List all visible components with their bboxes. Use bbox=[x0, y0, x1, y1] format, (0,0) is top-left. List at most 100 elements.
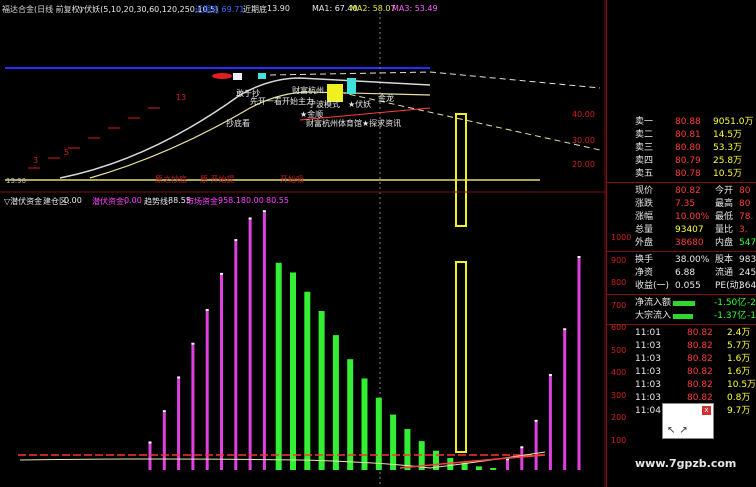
hidden-fund-value: 0.00 bbox=[124, 196, 142, 205]
tick-row: 11:03 80.82 5.7万 bbox=[607, 340, 756, 352]
stat-label-2: 今开 bbox=[715, 186, 734, 196]
stat-value: 93407 bbox=[675, 225, 704, 235]
histogram-bar bbox=[506, 460, 509, 470]
market-fund-value: 958.18 bbox=[218, 196, 246, 205]
histogram-bar bbox=[404, 429, 411, 470]
tick-row: 11:03 80.82 10.5万 bbox=[607, 379, 756, 391]
histogram-bar bbox=[534, 421, 538, 470]
stat2-row: 收益(一) 0.055 PE(动) 364 bbox=[607, 280, 756, 292]
tick-price: 80.82 bbox=[687, 354, 713, 364]
recent-low-label: 近期底 bbox=[243, 5, 267, 14]
histogram-panel bbox=[148, 210, 581, 470]
stat2-label: 收益(一) bbox=[635, 281, 670, 291]
sell-volume: 14.5万 bbox=[713, 130, 743, 140]
flow-value: -1.50亿 bbox=[714, 298, 747, 308]
sell-label: 卖三 bbox=[635, 143, 654, 153]
drawing-toolbox[interactable]: x ↖↗ bbox=[662, 403, 714, 439]
bar-cap bbox=[220, 272, 223, 275]
yellow-box-lower bbox=[455, 261, 467, 453]
histogram-bar bbox=[248, 219, 252, 470]
stat-row: 涨跌 7.35 最高 80 bbox=[607, 198, 756, 210]
price-panel bbox=[0, 0, 606, 487]
value-2: 80.55 bbox=[266, 196, 289, 205]
stat2-value-2: 364 bbox=[739, 281, 756, 291]
chart-canvas[interactable] bbox=[0, 0, 606, 487]
histogram-bar bbox=[148, 443, 152, 470]
upper-label-9: 抄底看 bbox=[226, 119, 250, 128]
flow-bar bbox=[673, 314, 693, 319]
value-1: 0.00 bbox=[246, 196, 264, 205]
bar-cap bbox=[162, 410, 166, 413]
histogram-bar bbox=[490, 468, 497, 470]
tick-volume: 5.7万 bbox=[727, 341, 751, 351]
stat2-label: 净资 bbox=[635, 268, 654, 278]
stat2-row: 换手 38.00% 股本 9830 bbox=[607, 254, 756, 266]
stat2-label-2: 股本 bbox=[715, 255, 734, 265]
flow-row: 净流入额 -1.50亿-20 bbox=[607, 297, 756, 309]
stat2-value: 6.88 bbox=[675, 268, 696, 278]
separator bbox=[607, 182, 756, 183]
lower-axis-tick: 200 bbox=[611, 413, 627, 422]
lower-axis-tick: 100 bbox=[611, 435, 627, 445]
histogram-bar bbox=[191, 344, 195, 470]
stat-row: 涨幅 10.00% 最低 78. bbox=[607, 211, 756, 223]
step-number-5: 5 bbox=[64, 148, 70, 157]
tick-time: 11:03 bbox=[635, 393, 661, 403]
bar-cap bbox=[520, 446, 524, 449]
low-marker: 13.90 bbox=[6, 177, 27, 185]
tick-time: 11:03 bbox=[635, 367, 661, 377]
histogram-bar bbox=[361, 378, 368, 470]
separator bbox=[607, 294, 756, 295]
sell-row: 卖五 80.78 10.5万 bbox=[607, 168, 756, 180]
flow-extra: -18 bbox=[747, 311, 756, 321]
histogram-bar bbox=[177, 378, 181, 470]
upper-label-6: 金龙 bbox=[378, 94, 394, 103]
stat-label-2: 最低 bbox=[715, 212, 734, 222]
stat-label-2: 内盘 bbox=[715, 238, 734, 248]
tick-price: 80.82 bbox=[687, 380, 713, 390]
histogram-bar bbox=[275, 262, 282, 470]
histogram-bar bbox=[290, 272, 296, 470]
lower-axis-tick: 400 bbox=[611, 368, 627, 377]
histogram-bar bbox=[162, 412, 166, 470]
histogram-bar bbox=[347, 359, 354, 470]
flow-value: -1.37亿 bbox=[714, 311, 747, 321]
histogram-bar bbox=[304, 291, 311, 470]
tick-volume: 2.4万 bbox=[727, 328, 751, 338]
histogram-bar bbox=[318, 311, 325, 470]
close-icon[interactable]: x bbox=[702, 406, 711, 415]
trend-label: 趋势线: bbox=[144, 197, 171, 206]
sell-label: 卖二 bbox=[635, 130, 654, 140]
sell-label: 卖五 bbox=[635, 169, 654, 179]
lower-axis-tick: 600 bbox=[611, 323, 627, 332]
lower-axis-tick: 300 bbox=[611, 390, 627, 400]
tick-price: 80.82 bbox=[687, 328, 713, 338]
arrow-tools-icon[interactable]: ↖↗ bbox=[667, 425, 692, 436]
upper-axis-40: 40.00 bbox=[572, 110, 595, 119]
separator bbox=[607, 251, 756, 252]
lower-axis-tick: 1000 bbox=[611, 233, 632, 242]
market-fund-label: 市场资金: bbox=[186, 197, 221, 206]
tick-price: 80.82 bbox=[687, 341, 713, 351]
red-marker bbox=[212, 73, 232, 79]
tick-time: 11:03 bbox=[635, 380, 661, 390]
step-number-3: 3 bbox=[33, 156, 39, 165]
tick-volume: 9.7万 bbox=[727, 406, 751, 416]
sell-label: 卖一 bbox=[635, 117, 654, 127]
upper-label-5: ★伏妖 bbox=[348, 100, 372, 109]
stat-value-2: 80 bbox=[739, 199, 751, 209]
tick-row: 11:03 80.82 1.6万 bbox=[607, 366, 756, 378]
histogram-bar bbox=[332, 335, 339, 470]
tick-row: 11:03 80.82 1.6万 bbox=[607, 353, 756, 365]
sell-row: 卖三 80.80 53.3万 bbox=[607, 142, 756, 154]
lower-axis-tick: 500 bbox=[611, 345, 627, 355]
lower-axis-tick: 800 bbox=[611, 278, 627, 287]
stat-value: 38680 bbox=[675, 238, 704, 248]
lower-axis-tick: 900 bbox=[611, 255, 627, 265]
flow-row: 大宗流入 -1.37亿-18 bbox=[607, 310, 756, 322]
bar-cap bbox=[191, 342, 195, 345]
lower-indicator-name[interactable]: ▽潜伏资金 bbox=[4, 196, 42, 207]
flow-label: 大宗流入 bbox=[635, 311, 672, 321]
main-chart-area[interactable]: 福达合金(日线 前复权) ▽伏妖(5,10,20,30,60,120,250,1… bbox=[0, 0, 606, 487]
sell-row: 卖四 80.79 25.8万 bbox=[607, 155, 756, 167]
